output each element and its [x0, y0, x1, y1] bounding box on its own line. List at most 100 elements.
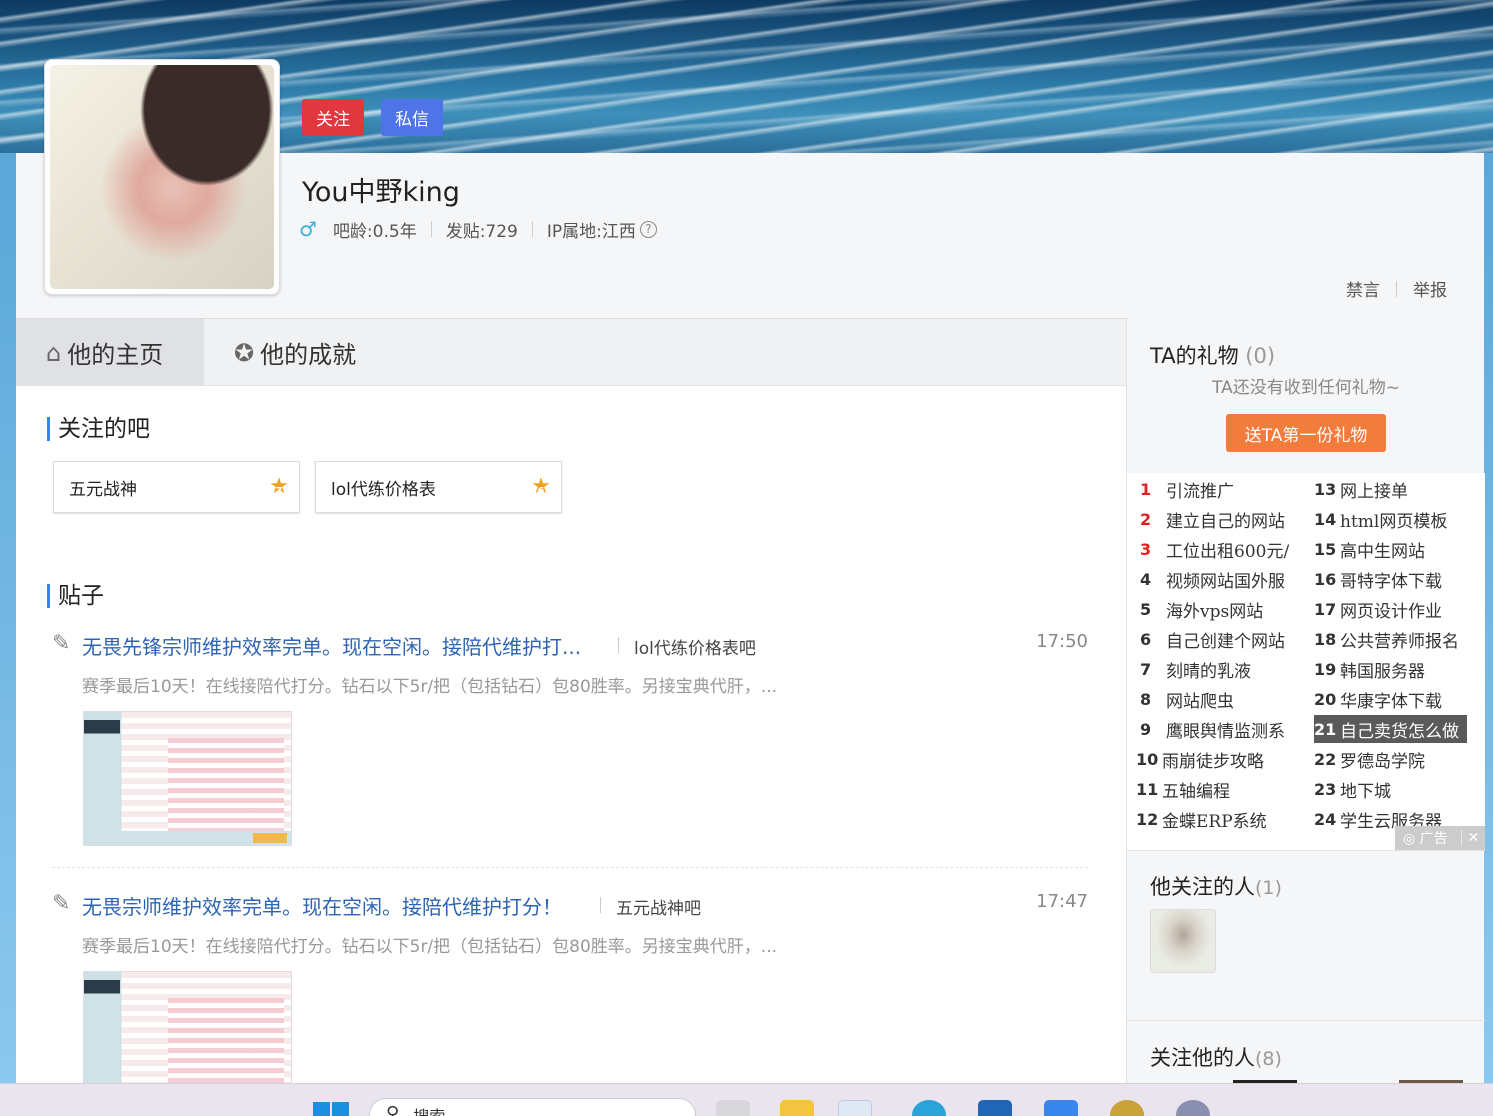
hot-search-item[interactable]: 8 网站爬虫 — [1140, 685, 1234, 713]
os-taskbar: ⚲ 搜索 — [0, 1083, 1493, 1116]
ad-label: ◎ 广告 — [1403, 831, 1448, 847]
hot-search-item[interactable]: 17 网页设计作业 — [1314, 595, 1442, 623]
username: You中野king — [302, 177, 460, 208]
post-title[interactable]: 无畏宗师维护效率完单。现在空闲。接陪代维护打分！ — [82, 891, 562, 920]
mail-icon[interactable] — [1044, 1100, 1078, 1116]
rank-number: 7 — [1140, 659, 1152, 679]
post-time: 17:47 — [1036, 891, 1088, 912]
file-explorer-icon[interactable] — [780, 1100, 814, 1116]
taskbar-search-text: 搜索 — [413, 1103, 445, 1116]
rank-number: 2 — [1140, 509, 1152, 529]
follow-button[interactable]: 关注 — [302, 99, 364, 136]
avatar-image — [50, 65, 274, 289]
rank-text: 网页设计作业 — [1340, 601, 1442, 622]
rank-number: 8 — [1140, 689, 1152, 709]
question-icon[interactable]: ? — [639, 220, 657, 238]
hot-search-item[interactable]: 2 建立自己的网站 — [1140, 505, 1285, 533]
tab-achievements[interactable]: ✪ 他的成就 — [234, 319, 356, 386]
rank-text: 韩国服务器 — [1340, 661, 1425, 682]
hot-search-item[interactable]: 22 罗德岛学院 — [1314, 745, 1425, 773]
main-content: 关注的吧 五元战神 ★ 7 lol代练价格表 ★ 6 贴子 ✎ 无畏先锋宗师维护效率… — [16, 386, 1126, 1083]
windows-start-icon[interactable] — [313, 1102, 349, 1116]
edit-icon: ✎ — [52, 631, 71, 656]
followed-bar-card[interactable]: lol代练价格表 ★ 6 — [315, 461, 562, 513]
ip-location: IP属地:江西 — [546, 221, 636, 242]
rank-text: 海外vps网站 — [1166, 601, 1264, 622]
post-thumbnail[interactable] — [83, 971, 292, 1083]
gifts-empty-text: TA还没有收到任何礼物~ — [1212, 378, 1400, 398]
page-background-left — [0, 153, 16, 1083]
rank-text: 自己卖货怎么做 — [1340, 721, 1459, 742]
hot-search-item[interactable]: 19 韩国服务器 — [1314, 655, 1425, 683]
hot-search-item[interactable]: 6 自己创建个网站 — [1140, 625, 1285, 653]
taskbar-search[interactable]: ⚲ 搜索 — [369, 1098, 696, 1116]
send-gift-button[interactable]: 送TA第一份礼物 — [1226, 414, 1386, 452]
task-view-icon[interactable] — [716, 1100, 750, 1116]
rank-text: 公共营养师报名 — [1340, 631, 1459, 652]
rank-number: 22 — [1314, 749, 1337, 769]
edit-icon: ✎ — [52, 891, 71, 916]
tab-home[interactable]: ⌂ 他的主页 — [16, 319, 204, 386]
report-link[interactable]: 举报 — [1413, 276, 1447, 301]
rank-text: 视频网站国外服 — [1166, 571, 1285, 592]
hot-search-item[interactable]: 10 雨崩徒步攻略 — [1136, 745, 1264, 773]
tab-home-label: 他的主页 — [67, 341, 164, 369]
hot-search-item[interactable]: 14 html网页模板 — [1314, 505, 1447, 533]
post-divider — [52, 867, 1088, 868]
hot-search-item[interactable]: 23 地下城 — [1314, 775, 1391, 803]
hot-search-item[interactable]: 7 刻晴的乳液 — [1140, 655, 1251, 683]
rank-text: 高中生网站 — [1340, 541, 1425, 562]
following-user-avatar[interactable] — [1150, 909, 1216, 973]
rank-text: 刻晴的乳液 — [1166, 661, 1251, 682]
close-icon[interactable]: ✕ — [1461, 830, 1485, 846]
posts-title: 贴子 — [47, 584, 104, 608]
rank-number: 23 — [1314, 779, 1337, 799]
bar-card-name: 五元战神 — [69, 479, 137, 500]
post-time: 17:50 — [1036, 631, 1088, 652]
edge-icon[interactable] — [912, 1100, 946, 1116]
rank-number: 24 — [1314, 809, 1337, 829]
rank-text: 雨崩徒步攻略 — [1162, 751, 1264, 772]
thumbnail-sidebar — [84, 720, 120, 845]
hot-search-item[interactable]: 20 华康字体下载 — [1314, 685, 1442, 713]
hot-search-item[interactable]: 4 视频网站国外服 — [1140, 565, 1285, 593]
hot-search-item[interactable]: 12 金蝶ERP系统 — [1136, 805, 1267, 833]
medal-icon: ✪ — [234, 338, 255, 367]
hot-search-item[interactable]: 15 高中生网站 — [1314, 535, 1425, 563]
post-title[interactable]: 无畏先锋宗师维护效率完单。现在空闲。接陪代维护打... — [82, 631, 581, 660]
following-count: (1) — [1255, 877, 1282, 899]
mute-link[interactable]: 禁言 — [1346, 276, 1380, 301]
post-item: ✎ 无畏先锋宗师维护效率完单。现在空闲。接陪代维护打... lol代练价格表吧 … — [52, 631, 1088, 846]
store-icon[interactable] — [978, 1100, 1012, 1116]
post-bar-name[interactable]: 五元战神吧 — [616, 894, 701, 919]
rank-text: html网页模板 — [1340, 511, 1448, 532]
bar-level: 6 — [537, 486, 545, 497]
followers-label: 关注他的人 — [1150, 1046, 1255, 1070]
hot-search-item[interactable]: 11 五轴编程 — [1136, 775, 1230, 803]
rank-number: 4 — [1140, 569, 1152, 589]
message-button[interactable]: 私信 — [381, 99, 443, 136]
post-bar-name[interactable]: lol代练价格表吧 — [634, 634, 756, 659]
app-icon[interactable] — [1176, 1100, 1210, 1116]
level-star-icon: ★ 6 — [530, 476, 552, 498]
hot-search-item-active[interactable]: 21 自己卖货怎么做 — [1314, 715, 1467, 743]
hot-search-item[interactable]: 1 引流推广 — [1140, 475, 1234, 503]
rank-number: 6 — [1140, 629, 1152, 649]
followed-bar-card[interactable]: 五元战神 ★ 7 — [53, 461, 300, 513]
chrome-icon[interactable] — [838, 1100, 872, 1116]
game-client-icon[interactable] — [1110, 1100, 1144, 1116]
hot-search-item[interactable]: 18 公共营养师报名 — [1314, 625, 1459, 653]
profile-tabs: ⌂ 他的主页 ✪ 他的成就 — [16, 318, 1126, 386]
divider — [600, 897, 601, 913]
page-background-right — [1484, 153, 1493, 1083]
hot-search-item[interactable]: 5 海外vps网站 — [1140, 595, 1263, 623]
hot-search-item[interactable]: 9 鹰眼舆情监测系 — [1140, 715, 1285, 743]
hot-search-item[interactable]: 16 哥特字体下载 — [1314, 565, 1442, 593]
divider — [1396, 280, 1397, 297]
post-thumbnail[interactable] — [83, 711, 292, 846]
avatar[interactable] — [44, 59, 280, 295]
rank-text: 网上接单 — [1340, 481, 1408, 502]
hot-search-item[interactable]: 13 网上接单 — [1314, 475, 1408, 503]
hot-search-item[interactable]: 3 工位出租600元/ — [1140, 535, 1289, 563]
rank-number: 19 — [1314, 659, 1337, 679]
